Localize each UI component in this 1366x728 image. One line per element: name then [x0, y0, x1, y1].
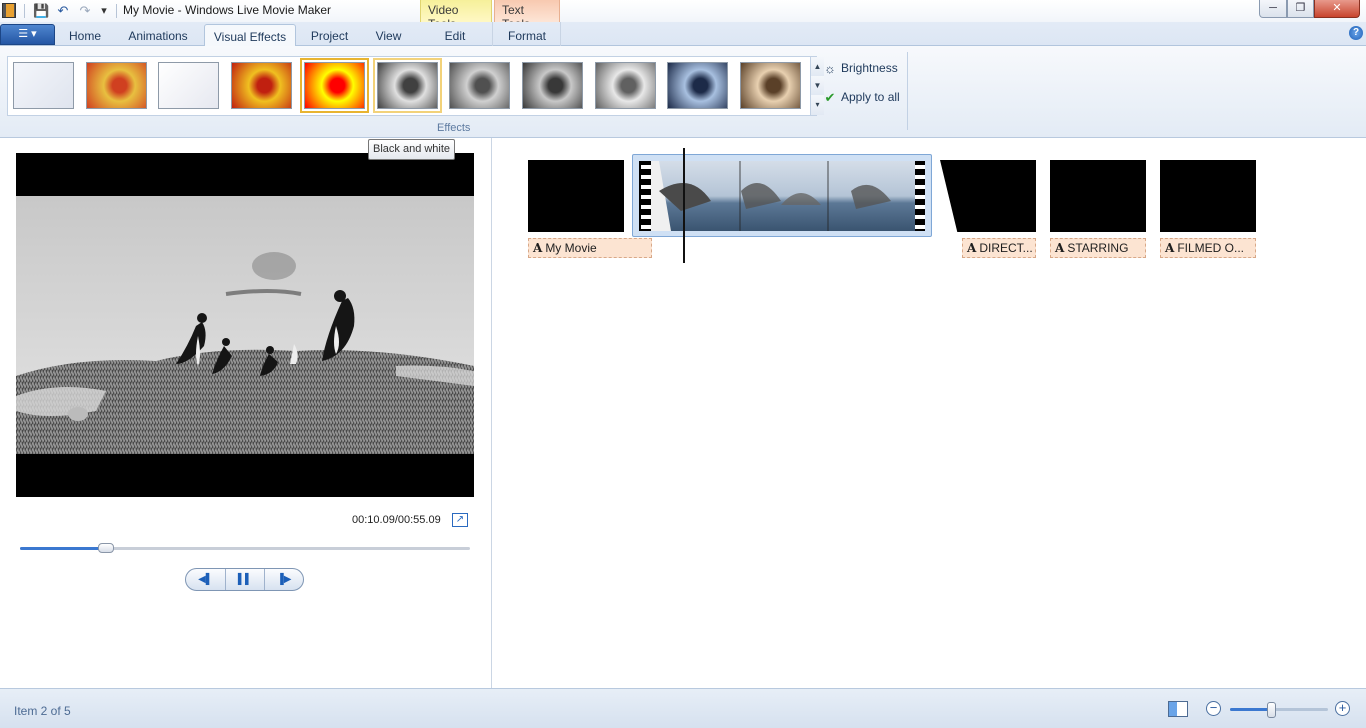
redo-icon[interactable]: ↷	[77, 3, 93, 19]
effect-blur[interactable]	[85, 62, 147, 109]
effect-posterize[interactable]	[231, 62, 293, 109]
video-preview[interactable]	[16, 153, 474, 497]
effect-black-and-white-yellow-filter[interactable]	[594, 62, 656, 109]
zoom-slider-fill	[1230, 708, 1272, 711]
brightness-icon: ☼	[824, 60, 836, 76]
pause-button[interactable]: ▌▌	[225, 569, 264, 590]
app-menu-button[interactable]: ☰ ▾	[0, 24, 55, 45]
preview-pane: 00:10.09/00:55.09 ↗ ◀▌ ▌▌ ▐▶	[0, 138, 492, 688]
playback-controls: ◀▌ ▌▌ ▐▶	[185, 568, 304, 591]
video-frame-image	[16, 196, 474, 454]
text-caption-icon: A	[533, 241, 543, 255]
storyboard-view-icon[interactable]	[1168, 701, 1188, 717]
title-bar: 💾 ↶ ↷ ▾ My Movie - Windows Live Movie Ma…	[0, 0, 1366, 31]
title-clip-filmed-on[interactable]	[1160, 160, 1256, 232]
effect-edge-detection[interactable]	[158, 62, 220, 109]
effect-threshold[interactable]	[299, 58, 369, 113]
caption-label: My Movie	[545, 241, 597, 255]
text-caption-icon: A	[967, 241, 977, 255]
save-icon[interactable]: 💾	[33, 3, 49, 19]
effect-black-and-white[interactable]	[372, 58, 442, 113]
apply-to-all-button[interactable]: ✔ Apply to all	[822, 88, 900, 108]
brightness-label: Brightness	[841, 61, 898, 75]
brightness-button[interactable]: ☼ Brightness	[822, 59, 898, 79]
zoom-slider-thumb[interactable]	[1267, 702, 1277, 718]
tab-animations[interactable]: Animations	[118, 24, 198, 46]
tab-project[interactable]: Project	[302, 24, 357, 46]
playhead[interactable]	[683, 148, 685, 263]
zoom-out-button[interactable]: −	[1206, 701, 1221, 716]
tab-home[interactable]: Home	[60, 24, 110, 46]
text-caption-icon: A	[1055, 241, 1065, 255]
effect-black-and-white-red-filter[interactable]	[521, 62, 583, 109]
filmstrip-sprocket	[915, 161, 925, 231]
ribbon-visual-effects: ▲ ▼ ▾ ☼ Brightness ✔ Apply to all Effects	[0, 46, 1366, 138]
qat-separator	[24, 4, 25, 18]
storyboard: A My Movie A DIRECT... A STARRING A FILMED O…	[493, 138, 1366, 688]
window-title: My Movie - Windows Live Movie Maker	[123, 3, 332, 17]
caption-directed[interactable]: A DIRECT...	[962, 238, 1036, 258]
close-button[interactable]: ✕	[1314, 0, 1360, 18]
contextual-divider	[492, 22, 493, 46]
help-icon[interactable]: ?	[1349, 26, 1363, 40]
seek-bar[interactable]	[20, 547, 470, 550]
caption-filmed-on[interactable]: A FILMED O...	[1160, 238, 1256, 258]
contextual-divider	[560, 22, 561, 46]
effects-gallery: ▲ ▼ ▾	[7, 56, 824, 116]
ribbon-tab-row: ☰ ▾ Home Animations Visual Effects Proje…	[0, 22, 1366, 47]
fullscreen-icon[interactable]: ↗	[452, 513, 468, 527]
caption-starring[interactable]: A STARRING	[1050, 238, 1146, 258]
qat-separator	[116, 4, 117, 18]
status-bar: Item 2 of 5 − +	[0, 688, 1366, 728]
next-frame-button[interactable]: ▐▶	[264, 569, 303, 590]
effects-group-label: Effects	[437, 122, 471, 134]
seek-progress	[20, 547, 106, 550]
caption-label: FILMED O...	[1177, 241, 1244, 255]
caption-label: STARRING	[1067, 241, 1129, 255]
effect-no-effect[interactable]	[13, 62, 74, 109]
status-text: Item 2 of 5	[14, 704, 71, 718]
title-clip-my-movie[interactable]	[528, 160, 624, 232]
video-clip-selected[interactable]	[632, 154, 932, 237]
movie-maker-app-icon[interactable]	[2, 3, 16, 18]
ribbon-group-separator	[907, 52, 908, 130]
seek-thumb[interactable]	[97, 543, 114, 553]
apply-to-all-label: Apply to all	[841, 90, 900, 104]
effect-sepia-tone[interactable]	[740, 62, 801, 109]
video-clip-thumbnails	[651, 161, 915, 231]
undo-icon[interactable]: ↶	[55, 3, 71, 19]
effect-tooltip: Black and white	[368, 139, 456, 160]
video-clip-filmstrip	[639, 161, 925, 231]
title-clip-directed[interactable]	[940, 160, 1036, 232]
time-readout: 00:10.09/00:55.09	[352, 514, 441, 526]
contextual-tab-text-tools: Text Tools	[494, 0, 560, 31]
effect-black-and-white-orange-filter[interactable]	[449, 62, 511, 109]
caption-label: DIRECT...	[979, 241, 1033, 255]
filmstrip-sprocket	[641, 161, 651, 231]
tab-format[interactable]: Format	[497, 24, 557, 46]
tab-edit[interactable]: Edit	[425, 24, 485, 46]
contextual-tab-video-tools: Video Tools	[420, 0, 492, 31]
title-clip-starring[interactable]	[1050, 160, 1146, 232]
tab-view[interactable]: View	[366, 24, 411, 46]
effect-cyanotype[interactable]	[667, 62, 729, 109]
minimize-button[interactable]: ─	[1259, 0, 1287, 18]
zoom-in-button[interactable]: +	[1335, 701, 1350, 716]
maximize-button[interactable]: ❐	[1287, 0, 1314, 18]
text-caption-icon: A	[1165, 241, 1175, 255]
previous-frame-button[interactable]: ◀▌	[186, 569, 225, 590]
apply-to-all-icon: ✔	[824, 89, 836, 105]
caption-my-movie[interactable]: A My Movie	[528, 238, 652, 258]
tab-visual-effects[interactable]: Visual Effects	[204, 24, 296, 47]
customize-qat-icon[interactable]: ▾	[96, 3, 112, 19]
zoom-slider[interactable]	[1230, 708, 1328, 711]
